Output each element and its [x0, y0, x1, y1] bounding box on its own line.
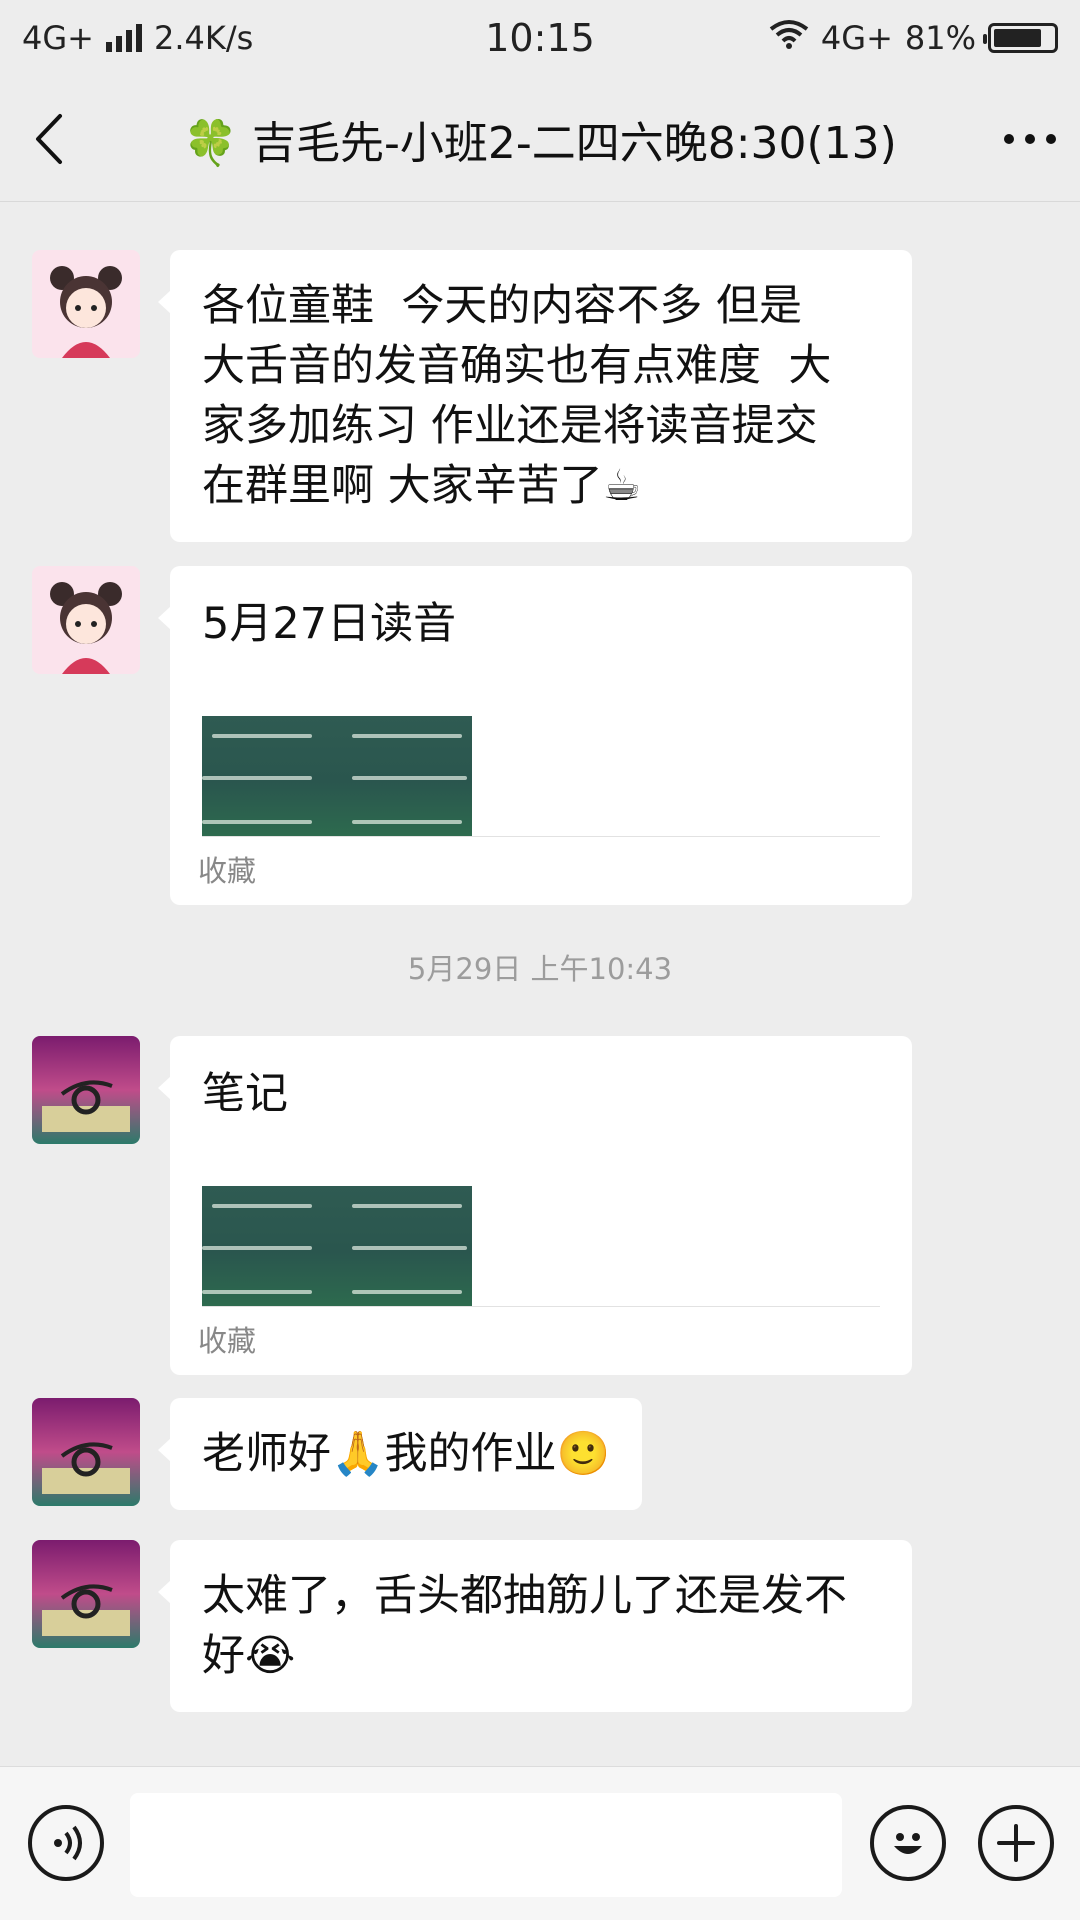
signal-icon	[105, 24, 142, 52]
card-source: 收藏	[198, 1324, 257, 1358]
avatar-landscape[interactable]	[32, 1540, 140, 1648]
message-line: 在群里啊 大家辛苦了☕	[202, 461, 642, 511]
message-bubble[interactable]: 各位童鞋 今天的内容不多 但是 大舌音的发音确实也有点难度 大 家多加练习 作业…	[158, 250, 912, 542]
chat-area[interactable]: 各位童鞋 今天的内容不多 但是 大舌音的发音确实也有点难度 大 家多加练习 作业…	[0, 202, 1080, 1766]
wifi-icon	[769, 19, 809, 57]
message-item: 太难了，舌头都抽筋儿了还是发不 好😭	[32, 1540, 912, 1712]
input-bar	[0, 1766, 1080, 1920]
message-bubble[interactable]: 太难了，舌头都抽筋儿了还是发不 好😭	[158, 1540, 912, 1712]
battery-percent: 81%	[904, 19, 976, 57]
favorite-card[interactable]: 5月27日读音 收藏	[158, 566, 912, 905]
card-thumbnail	[202, 1186, 472, 1306]
message-bubble[interactable]: 老师好🙏我的作业🙂	[157, 1398, 643, 1510]
emoji-button[interactable]	[870, 1805, 946, 1881]
clover-emoji: 🍀	[183, 117, 238, 169]
message-item: 各位童鞋 今天的内容不多 但是 大舌音的发音确实也有点难度 大 家多加练习 作业…	[32, 250, 912, 542]
message-line: 各位童鞋 今天的内容不多 但是	[202, 281, 803, 331]
card-title: 笔记	[202, 1069, 288, 1119]
card-title: 5月27日读音	[202, 599, 457, 649]
network-type-right: 4G+	[820, 19, 893, 57]
smiley-icon	[894, 1833, 922, 1854]
message-line: 太难了，舌头都抽筋儿了还是发不	[202, 1571, 847, 1621]
message-text: 老师好🙏我的作业🙂	[202, 1429, 611, 1479]
avatar-landscape[interactable]	[32, 1398, 140, 1506]
voice-button[interactable]	[28, 1805, 104, 1881]
more-functions-button[interactable]	[978, 1805, 1054, 1881]
message-line: 大舌音的发音确实也有点难度 大	[202, 341, 832, 391]
chat-title: 🍀 吉毛先-小班2-二四六晚8:30(13)	[100, 107, 980, 171]
chevron-left-icon	[36, 113, 62, 164]
message-input[interactable]	[130, 1793, 842, 1897]
status-bar: 4G+ 2.4K/s 10:15 4G+ 81%	[0, 0, 1080, 76]
message-item: 老师好🙏我的作业🙂	[32, 1398, 643, 1510]
message-item: 5月27日读音 收藏	[32, 566, 912, 905]
network-speed: 2.4K/s	[153, 19, 254, 57]
battery-icon	[983, 23, 1058, 53]
more-dots-icon	[1004, 133, 1056, 144]
back-button[interactable]	[0, 76, 100, 201]
chat-header: 🍀 吉毛先-小班2-二四六晚8:30(13)	[0, 76, 1080, 202]
avatar-landscape[interactable]	[32, 1036, 140, 1144]
plus-icon	[997, 1824, 1035, 1862]
more-button[interactable]	[980, 76, 1080, 201]
voice-icon	[54, 1825, 82, 1861]
group-name: 吉毛先-小班2-二四六晚8:30(13)	[251, 117, 897, 169]
message-line: 家多加练习 作业还是将读音提交	[202, 401, 818, 451]
card-source: 收藏	[198, 854, 257, 888]
network-type-left: 4G+	[22, 19, 94, 57]
avatar-girl[interactable]	[32, 250, 140, 358]
card-thumbnail	[202, 716, 472, 836]
message-item: 笔记 收藏	[32, 1036, 912, 1375]
avatar-girl[interactable]	[32, 566, 140, 674]
favorite-card[interactable]: 笔记 收藏	[158, 1036, 912, 1375]
timestamp-separator: 5月29日 上午10:43	[407, 952, 673, 986]
message-line: 好😭	[202, 1631, 296, 1681]
